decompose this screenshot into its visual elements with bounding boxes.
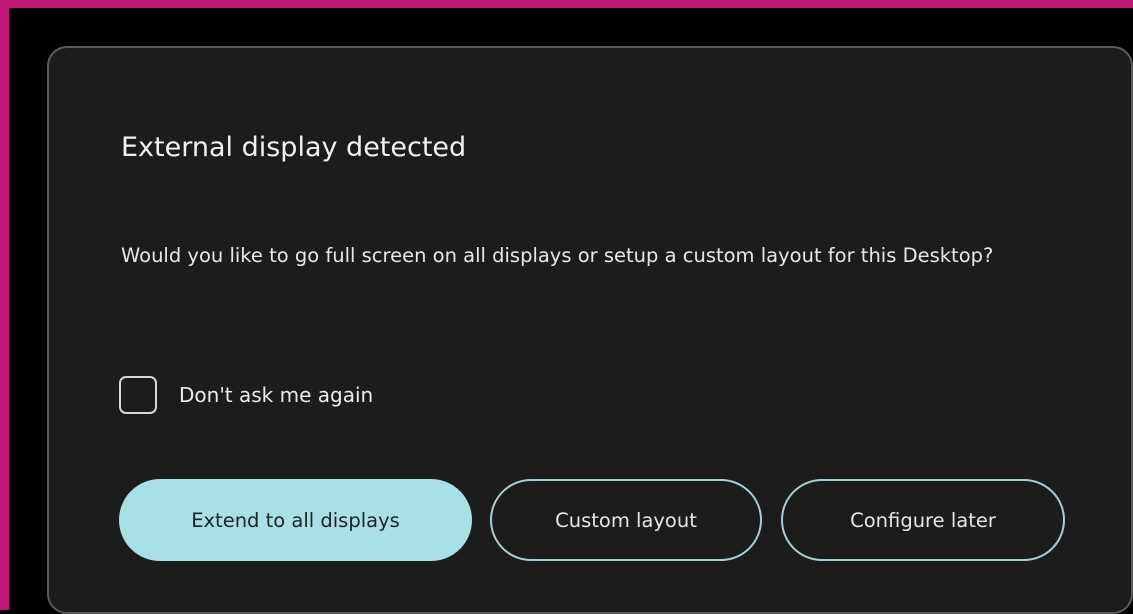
custom-layout-button[interactable]: Custom layout [490,479,762,561]
dont-ask-again-checkbox[interactable] [119,376,157,414]
dont-ask-again-checkbox-row[interactable]: Don't ask me again [119,373,373,417]
dialog-message: Would you like to go full screen on all … [121,244,994,267]
window-frame: External display detected Would you like… [0,0,1133,614]
dont-ask-again-label[interactable]: Don't ask me again [179,383,373,407]
external-display-dialog: External display detected Would you like… [47,46,1133,614]
configure-later-button[interactable]: Configure later [781,479,1065,561]
extend-to-all-displays-button[interactable]: Extend to all displays [119,479,472,561]
dialog-title: External display detected [121,132,467,163]
